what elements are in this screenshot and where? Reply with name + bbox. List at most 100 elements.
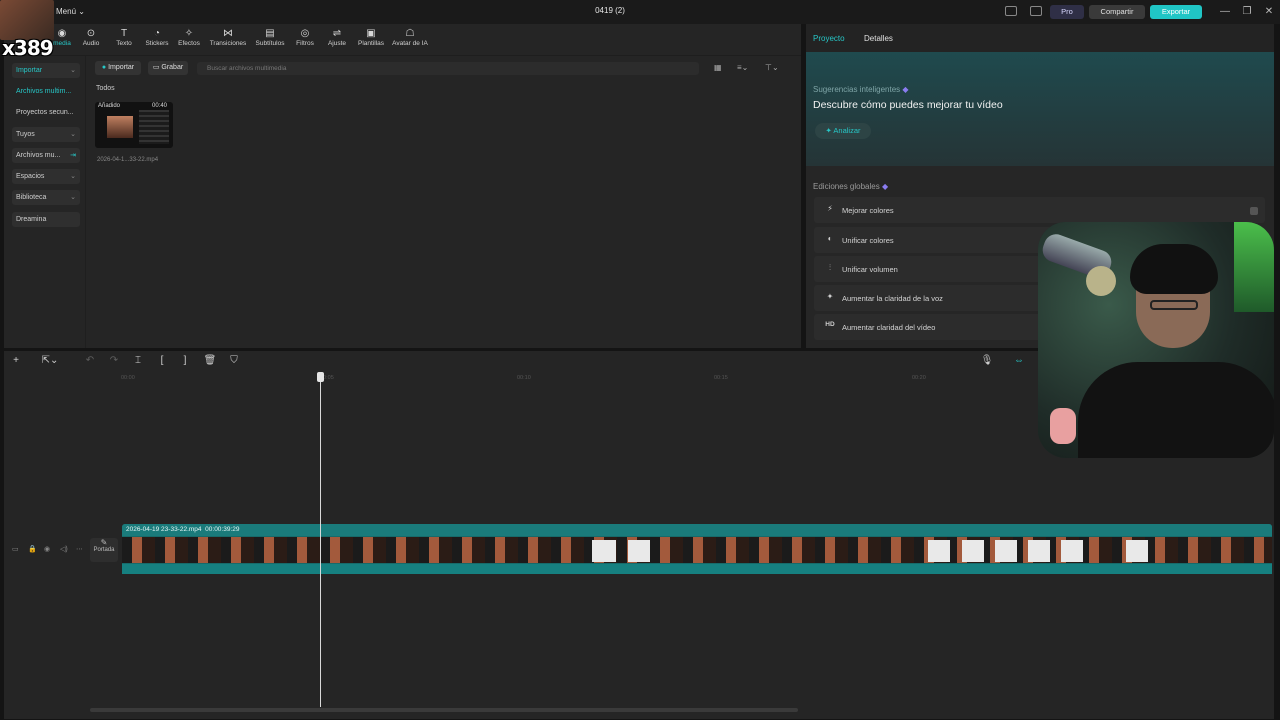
ruler-tick: 00:20	[912, 375, 926, 381]
global-title-text: Ediciones globales	[813, 182, 880, 191]
added-badge: Añadido	[98, 103, 121, 109]
undo-icon[interactable]: ↶	[83, 355, 97, 366]
trim-right-icon[interactable]: ]	[178, 355, 192, 366]
toggle-switch[interactable]	[1250, 207, 1258, 215]
filter-all-label[interactable]: Todos	[96, 85, 115, 92]
filter-icon[interactable]: ⊤⌄	[765, 63, 779, 72]
playhead[interactable]	[320, 377, 321, 707]
clip-frame	[1028, 540, 1050, 562]
plus-circle-icon: ●	[101, 64, 107, 71]
pro-badge[interactable]: Pro	[1050, 5, 1084, 19]
ruler-tick: 00:15	[714, 375, 728, 381]
suggestions-heading: Descubre cómo puedes mejorar tu vídeo	[813, 99, 1003, 111]
nav-label: Archivos multim...	[16, 88, 72, 95]
plus-icon: ✦	[825, 126, 832, 135]
shield-icon[interactable]: ⛉	[227, 355, 241, 366]
tool-label: Filtros	[296, 40, 314, 47]
nav-spaces[interactable]: Espacios ⌄	[12, 169, 80, 184]
add-track-icon[interactable]: +	[9, 355, 23, 366]
nav-import[interactable]: Importar ⌄	[12, 63, 80, 78]
redo-icon[interactable]: ↷	[107, 355, 121, 366]
lock-icon[interactable]: 🔒	[28, 545, 37, 553]
tool-label: Avatar de IA	[392, 40, 428, 47]
audio-waveform	[122, 564, 1272, 574]
grid-view-icon[interactable]: ▦	[714, 63, 722, 72]
analyze-button[interactable]: ✦ Analizar	[815, 123, 871, 139]
clip-frame	[592, 540, 616, 562]
nav-label: Archivos mu...	[16, 152, 61, 159]
clip-title: 2026-04-19 23-33-22.mp4 00:00:39:29	[126, 526, 240, 533]
tool-label: media	[53, 40, 71, 47]
minimize-icon[interactable]: —	[1219, 5, 1231, 19]
tool-label: Audio	[82, 40, 100, 47]
pig-sticker	[1050, 408, 1076, 444]
voice-clarity-icon: ✦	[826, 292, 834, 301]
record-button[interactable]: ▭ Grabar	[148, 61, 188, 75]
close-icon[interactable]: ✕	[1263, 5, 1275, 19]
horizontal-scrollbar[interactable]	[90, 708, 798, 712]
glasses	[1150, 300, 1198, 310]
select-tool-icon[interactable]: ⇱⌄	[38, 355, 62, 366]
tool-label: Efectos	[178, 40, 200, 47]
tool-label: Stickers	[145, 40, 169, 47]
clip-filename: 2026-04-1...33-22.mp4	[97, 157, 159, 163]
speaker-icon[interactable]: ◁)	[60, 545, 68, 553]
clip-frame	[628, 540, 650, 562]
more-icon[interactable]: ⋯	[76, 545, 83, 553]
global-edit-label: Unificar volumen	[842, 265, 898, 274]
export-button[interactable]: Exportar	[1150, 5, 1202, 19]
volume-unify-icon: ⫶	[829, 263, 831, 272]
nav-media-files-2[interactable]: Archivos mu... ⇥	[12, 148, 80, 163]
global-edit-row[interactable]: ⚡ Mejorar colores	[814, 197, 1265, 223]
delete-icon[interactable]: 🗑	[203, 355, 217, 366]
nav-yours[interactable]: Tuyos ⌄	[12, 127, 80, 142]
track-thumbnail-icon[interactable]: ▭	[12, 545, 19, 553]
record-label: Grabar	[161, 64, 184, 71]
tab-project[interactable]: Proyecto	[813, 34, 845, 43]
suggestions-title: Sugerencias inteligentes ◆	[813, 85, 909, 94]
import-label: Importar	[108, 64, 135, 71]
import-button[interactable]: ● Importar	[95, 61, 141, 75]
share-button[interactable]: Compartir	[1089, 5, 1145, 19]
link-clips-icon[interactable]: ⇔	[1012, 355, 1026, 366]
transition-icon: ⋈	[223, 28, 233, 39]
search-input[interactable]: Buscar archivos multimedia	[197, 62, 699, 75]
webcam-green-light	[1234, 222, 1274, 312]
trim-left-icon[interactable]: [	[155, 355, 169, 366]
tool-label: Subtítulos	[255, 40, 285, 47]
split-icon[interactable]: ⌶	[131, 355, 145, 366]
microphone-icon[interactable]: 🎙	[980, 355, 994, 366]
clip-frame	[1126, 540, 1148, 562]
tool-ai-avatar[interactable]: ☖ Avatar de IA	[388, 28, 432, 52]
restore-icon[interactable]: ❐	[1241, 5, 1253, 19]
subtitles-icon: ▤	[265, 28, 275, 39]
eye-icon[interactable]: ◉	[44, 545, 50, 553]
tool-effects[interactable]: ✧ Efectos	[169, 28, 209, 52]
playhead-handle[interactable]	[317, 372, 324, 382]
sort-icon[interactable]: ≡⌄	[737, 63, 748, 72]
tool-label: Transiciones	[209, 40, 247, 47]
nav-label: Proyectos secun...	[16, 109, 74, 116]
ai-spark-icon: ◆	[881, 182, 889, 191]
pencil-icon: ✎	[100, 538, 108, 547]
nav-media-files[interactable]: Archivos multim...	[12, 84, 80, 99]
color-unify-icon: ◐	[827, 234, 833, 243]
tab-details[interactable]: Detalles	[864, 34, 893, 43]
nav-library[interactable]: Biblioteca ⌄	[12, 190, 80, 205]
cover-label: Portada	[93, 547, 115, 553]
analyze-label: Analizar	[833, 126, 861, 135]
global-edit-label: Unificar colores	[842, 236, 894, 245]
chevron-down-icon: ⌄	[70, 131, 76, 138]
nav-dreamina[interactable]: Dreamina	[12, 212, 80, 227]
shortcuts-icon[interactable]	[1030, 6, 1042, 16]
nav-secondary-projects[interactable]: Proyectos secun...	[12, 105, 80, 120]
streamer-body	[1078, 362, 1274, 458]
tool-templates[interactable]: ▣ Plantillas	[351, 28, 391, 52]
clip-frame	[1061, 540, 1083, 562]
tool-label: Plantillas	[357, 40, 384, 47]
tool-transitions[interactable]: ⋈ Transiciones	[208, 28, 248, 52]
tool-subtitles[interactable]: ▤ Subtítulos	[250, 28, 290, 52]
templates-icon: ▣	[366, 28, 376, 39]
cover-button[interactable]: ✎ Portada	[90, 538, 118, 562]
layout-icon[interactable]	[1005, 6, 1017, 16]
